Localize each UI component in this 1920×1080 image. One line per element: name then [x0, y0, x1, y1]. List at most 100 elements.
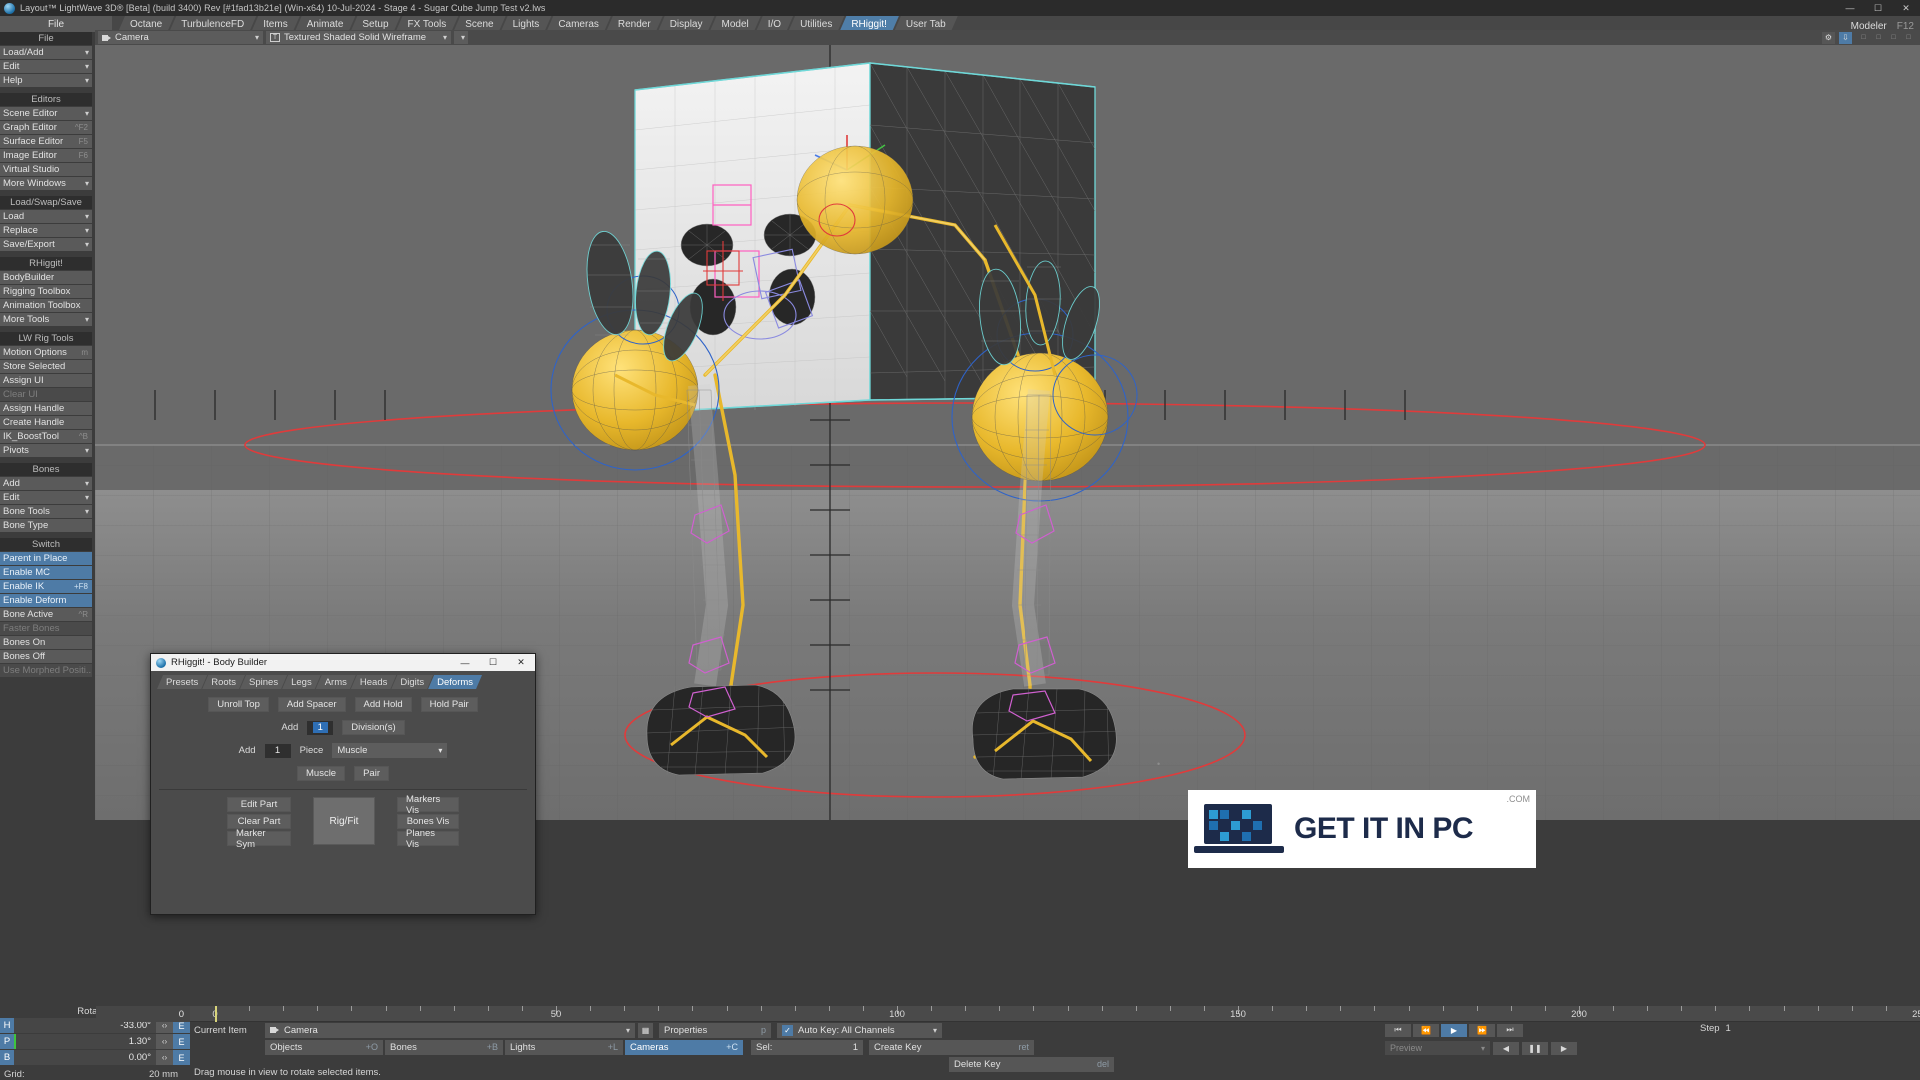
sidebar-item-replace[interactable]: Replace ▾ [0, 224, 92, 237]
sidebar-item-ik-boosttool[interactable]: IK_BoostTool ^B [0, 430, 92, 443]
deform-add-hold-button[interactable]: Add Hold [354, 697, 412, 712]
dialog-tab-presets[interactable]: Presets [157, 675, 207, 689]
preview-select[interactable]: Preview ▾ [1385, 1041, 1490, 1055]
item-type-objects[interactable]: Objects +O [265, 1039, 383, 1055]
viewport-shading-select[interactable]: T Textured Shaded Solid Wireframe ▾ [266, 31, 451, 44]
markers-vis-button[interactable]: Markers Vis [397, 794, 459, 816]
deform-unroll-top-button[interactable]: Unroll Top [208, 697, 269, 712]
dialog-tab-digits[interactable]: Digits [391, 675, 433, 689]
sidebar-item-edit[interactable]: Edit ▾ [0, 491, 92, 504]
piece-count-input[interactable]: 1 [264, 743, 291, 758]
sidebar-item-enable-mc[interactable]: Enable MC [0, 566, 92, 579]
dialog-tab-heads[interactable]: Heads [351, 675, 396, 689]
viewport-camera-select[interactable]: Camera ▾ [98, 31, 263, 44]
channel-envelope-button[interactable]: E [173, 1050, 190, 1065]
timeline-playhead[interactable] [215, 1006, 217, 1022]
sidebar-item-assign-ui[interactable]: Assign UI [0, 374, 92, 387]
dialog-close-button[interactable]: ✕ [507, 654, 535, 671]
piece-type-select[interactable]: Muscle ▾ [332, 743, 448, 758]
dialog-tab-legs[interactable]: Legs [282, 675, 321, 689]
channel-key-b[interactable]: B [0, 1050, 14, 1065]
sidebar-item-load-add[interactable]: Load/Add ▾ [0, 46, 92, 59]
sidebar-item-bodybuilder[interactable]: BodyBuilder [0, 271, 92, 284]
sidebar-item-bone-type[interactable]: Bone Type [0, 519, 92, 532]
skip-end-button[interactable]: ⏭ [1497, 1023, 1523, 1037]
divisions-button[interactable]: Division(s) [342, 720, 405, 735]
viewport-layout-icons[interactable]: □ □ □ □ [1856, 31, 1916, 44]
sidebar-item-edit[interactable]: Edit ▾ [0, 60, 92, 73]
sidebar-item-pivots[interactable]: Pivots ▾ [0, 444, 92, 457]
marker-sym-button[interactable]: Marker Sym [227, 828, 291, 850]
step-forward-button[interactable]: ⏩ [1469, 1023, 1495, 1037]
divisions-input[interactable]: 1 [307, 720, 334, 735]
window-controls[interactable]: — ☐ ✕ [1836, 0, 1920, 16]
channel-value-field[interactable]: 1.30° [14, 1034, 156, 1049]
dialog-tab-spines[interactable]: Spines [240, 675, 287, 689]
add-pair-button[interactable]: Pair [354, 766, 389, 781]
sidebar-item-create-handle[interactable]: Create Handle [0, 416, 92, 429]
body-builder-dialog[interactable]: RHiggit! - Body Builder — ☐ ✕ Presets Roo… [150, 653, 536, 915]
sidebar-item-motion-options[interactable]: Motion Options m [0, 346, 92, 359]
transport-prev-button[interactable]: ◀ [1493, 1041, 1519, 1055]
sidebar-item-rigging-toolbox[interactable]: Rigging Toolbox [0, 285, 92, 298]
item-type-bones[interactable]: Bones +B [385, 1039, 503, 1055]
frame-number-field[interactable]: 0 [96, 1006, 190, 1022]
sidebar-item-more-tools[interactable]: More Tools ▾ [0, 313, 92, 326]
item-type-cameras[interactable]: Cameras +C [625, 1039, 743, 1055]
sidebar-item-virtual-studio[interactable]: Virtual Studio [0, 163, 92, 176]
sidebar-item-load[interactable]: Load ▾ [0, 210, 92, 223]
dialog-tab-deforms[interactable]: Deforms [428, 675, 482, 689]
sidebar-item-scene-editor[interactable]: Scene Editor ▾ [0, 107, 92, 120]
deform-add-spacer-button[interactable]: Add Spacer [277, 697, 346, 712]
transport-next-button[interactable]: ▶ [1551, 1041, 1577, 1055]
close-button[interactable]: ✕ [1892, 0, 1920, 16]
sidebar-item-surface-editor[interactable]: Surface Editor F5 [0, 135, 92, 148]
play-button[interactable]: ▶ [1441, 1023, 1467, 1037]
viewport-extra-dropdown[interactable]: ▾ [454, 31, 468, 44]
maximize-button[interactable]: ☐ [1864, 0, 1892, 16]
dialog-window-controls[interactable]: — ☐ ✕ [451, 654, 535, 671]
sidebar-item-save-export[interactable]: Save/Export ▾ [0, 238, 92, 251]
transport-pause-button[interactable]: ❚❚ [1522, 1041, 1548, 1055]
sidebar-item-enable-deform[interactable]: Enable Deform [0, 594, 92, 607]
dialog-tab-roots[interactable]: Roots [202, 675, 245, 689]
edit-part-button[interactable]: Edit Part [227, 797, 291, 812]
planes-vis-button[interactable]: Planes Vis [397, 828, 459, 850]
dialog-minimize-button[interactable]: — [451, 654, 479, 671]
minimize-button[interactable]: — [1836, 0, 1864, 16]
channel-nav-icon[interactable]: ‹› [156, 1034, 173, 1049]
dialog-tab-arms[interactable]: Arms [316, 675, 356, 689]
create-key-button[interactable]: Create Key ret [869, 1039, 1034, 1055]
sidebar-item-store-selected[interactable]: Store Selected [0, 360, 92, 373]
playback-transport[interactable]: ⏮ ⏪ ▶ ⏩ ⏭ [1385, 1023, 1615, 1037]
channel-envelope-button[interactable]: E [173, 1034, 190, 1049]
sidebar-item-bones-off[interactable]: Bones Off [0, 650, 92, 663]
timeline-ruler[interactable]: 050100150200250 [190, 1006, 1920, 1022]
sidebar-item-enable-ik[interactable]: Enable IK +F8 [0, 580, 92, 593]
sidebar-item-help[interactable]: Help ▾ [0, 74, 92, 87]
sidebar-item-more-windows[interactable]: More Windows ▾ [0, 177, 92, 190]
current-item-select[interactable]: Camera ▾ [265, 1022, 635, 1038]
sidebar-item-bone-active[interactable]: Bone Active ^R [0, 608, 92, 621]
skip-start-button[interactable]: ⏮ [1385, 1023, 1411, 1037]
deform-hold-pair-button[interactable]: Hold Pair [420, 697, 478, 712]
sidebar-item-image-editor[interactable]: Image Editor F6 [0, 149, 92, 162]
properties-button[interactable]: Properties p [659, 1022, 771, 1038]
channel-value-field[interactable]: 0.00° [14, 1050, 156, 1065]
autokey-toggle[interactable]: ✓ Auto Key: All Channels ▾ [777, 1022, 942, 1038]
channel-nav-icon[interactable]: ‹› [156, 1050, 173, 1065]
channel-key-h[interactable]: H [0, 1018, 14, 1033]
gear-icon[interactable]: ⚙ [1822, 31, 1835, 44]
sidebar-item-animation-toolbox[interactable]: Animation Toolbox [0, 299, 92, 312]
sidebar-item-bone-tools[interactable]: Bone Tools ▾ [0, 505, 92, 518]
export-icon[interactable]: ⇩ [1839, 31, 1852, 44]
sidebar-item-add[interactable]: Add ▾ [0, 477, 92, 490]
add-muscle-button[interactable]: Muscle [297, 766, 346, 781]
sidebar-item-parent-in-place[interactable]: Parent in Place [0, 552, 92, 565]
dialog-maximize-button[interactable]: ☐ [479, 654, 507, 671]
sidebar-item-bones-on[interactable]: Bones On [0, 636, 92, 649]
rig-fit-button[interactable]: Rig/Fit [313, 797, 375, 845]
sidebar-item-assign-handle[interactable]: Assign Handle [0, 402, 92, 415]
sidebar-item-graph-editor[interactable]: Graph Editor ^F2 [0, 121, 92, 134]
channel-key-p[interactable]: P [0, 1034, 14, 1049]
